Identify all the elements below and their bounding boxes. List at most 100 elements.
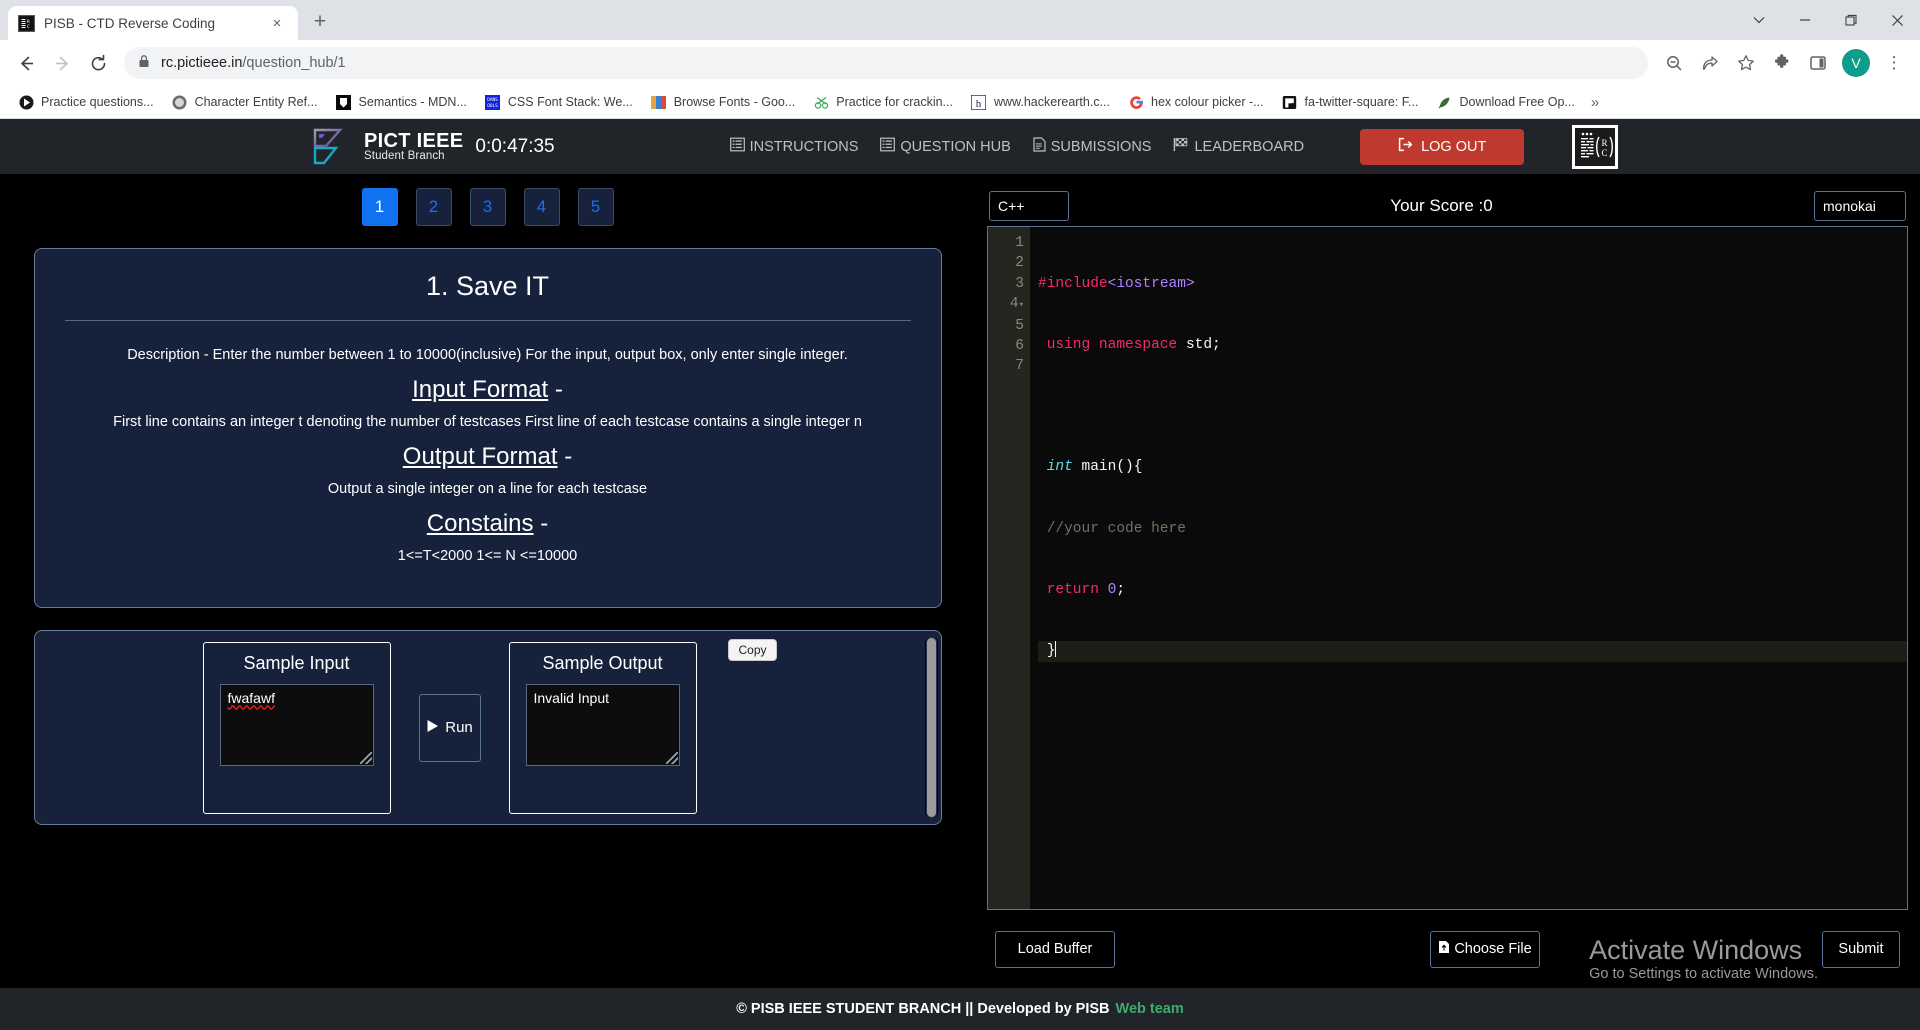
nav-item-question-hub[interactable]: QUESTION HUB [880,137,1011,156]
constraints-text: 1<=T<2000 1<= N <=10000 [397,548,578,565]
reverse-coding-logo-icon[interactable]: R C [1572,124,1619,169]
url-path: /question_hub/1 [242,55,346,71]
side-panel-icon[interactable] [1802,47,1834,79]
question-number-4[interactable]: 4 [523,188,560,226]
question-number-3[interactable]: 3 [469,188,506,226]
nav-label: LEADERBOARD [1194,138,1305,155]
address-bar[interactable]: rc.pictieee.in/question_hub/1 [124,47,1648,79]
browser-window: R C PISB - CTD Reverse Coding × + rc.pic… [0,0,1920,1030]
bookmark-item[interactable]: Practice questions... [10,90,162,114]
load-buffer-button[interactable]: Load Buffer [995,930,1115,968]
code-token: ; [1116,581,1126,598]
resize-grip-icon[interactable] [359,751,372,764]
tab-favicon-icon: R C [18,14,35,32]
editor-gutter: 1 2 3 4▾ 5 6 7 [988,227,1030,909]
back-icon[interactable] [10,47,42,79]
bookmark-label: hex colour picker -... [1151,95,1264,109]
code-editor[interactable]: 1 2 3 4▾ 5 6 7 #include<iostream> using … [987,226,1908,910]
new-tab-button[interactable]: + [304,6,336,38]
code-token: int [1046,459,1073,476]
bookmark-item[interactable]: Browse Fonts - Goo... [643,90,804,114]
svg-text:h: h [976,98,982,110]
output-format-text: Output a single integer on a line for ea… [327,481,648,498]
browser-tab[interactable]: R C PISB - CTD Reverse Coding × [8,6,298,40]
sign-out-icon [1398,137,1413,156]
bookmark-item[interactable]: Character Entity Ref... [164,90,326,114]
output-format-heading: Output Format - [65,443,911,471]
bookmark-item[interactable]: h www.hackerearth.c... [963,90,1118,114]
nav-item-submissions[interactable]: SUBMISSIONS [1033,137,1152,156]
logout-button[interactable]: LOG OUT [1360,128,1525,165]
code-line: return 0; [1038,580,1907,600]
bookmark-label: CSS Font Stack: We... [507,95,633,109]
bookmark-item[interactable]: DANS OOLS CSS Font Stack: We... [477,90,641,114]
forward-icon[interactable] [46,47,78,79]
choose-file-button[interactable]: Choose File [1430,930,1540,968]
extensions-puzzle-icon[interactable] [1766,47,1798,79]
sample-output-textarea[interactable]: Invalid Input [525,683,680,766]
bookmark-star-icon[interactable] [1730,47,1762,79]
bookmark-item[interactable]: Practice for crackin... [805,90,961,114]
maximize-button[interactable] [1828,0,1874,40]
nav-item-leaderboard[interactable]: LEADERBOARD [1173,137,1304,156]
bookmark-label: fa-twitter-square: F... [1304,95,1419,109]
question-number-1[interactable]: 1 [361,188,398,226]
bookmark-item[interactable]: fa-twitter-square: F... [1274,90,1427,114]
search-minus-icon[interactable] [1658,47,1690,79]
share-icon[interactable] [1694,47,1726,79]
list-icon [880,137,896,156]
question-number-2[interactable]: 2 [415,188,452,226]
bookmark-label: www.hackerearth.c... [993,95,1110,109]
bookmark-item[interactable]: Semantics - MDN... [328,90,475,114]
close-window-button[interactable] [1874,0,1920,40]
svg-text:C: C [1602,148,1608,158]
tab-close-icon[interactable]: × [266,12,288,34]
line-number-foldable[interactable]: 4▾ [988,294,1024,315]
tab-search-dropdown-icon[interactable] [1736,0,1782,40]
sample-scrollbar[interactable] [924,637,938,818]
svg-text:DANS: DANS [488,97,499,103]
text-caret [1055,641,1057,658]
question-number-5[interactable]: 5 [577,188,614,226]
profile-avatar[interactable]: V [1842,49,1870,77]
editor-code-area[interactable]: #include<iostream> using namespace std; … [1030,227,1907,909]
choose-file-label: Choose File [1454,941,1532,957]
line-number: 3 [1015,275,1024,292]
theme-select[interactable]: monokai [1814,191,1906,221]
brand-line-1: PICT IEEE [364,129,464,152]
browser-menu-icon[interactable]: ⋮ [1878,47,1910,79]
activate-windows-title: Activate Windows [1589,934,1803,965]
bookmark-favicon-icon [18,94,34,110]
nav-label: INSTRUCTIONS [749,138,859,155]
minimize-button[interactable] [1782,0,1828,40]
nav-item-instructions[interactable]: INSTRUCTIONS [729,137,859,156]
upload-icon [1438,940,1450,958]
sample-output-value: Invalid Input [533,689,610,706]
bookmarks-overflow-button[interactable]: » [1585,94,1605,111]
bookmark-item[interactable]: Download Free Op... [1428,90,1582,114]
run-button[interactable]: Run [418,693,481,762]
brand[interactable]: PICT IEEE Student Branch [310,128,463,166]
submit-button[interactable]: Submit [1822,930,1900,968]
footer-webteam-link[interactable]: Web team [1116,1001,1184,1017]
bookmark-item[interactable]: hex colour picker -... [1120,90,1272,114]
sample-card: Copy Sample Input fwafawf Run Sample Out… [33,630,942,825]
line-number: 7 [1015,358,1024,375]
lock-icon [138,54,150,73]
input-format-heading-text: Input Format [412,375,549,403]
app-root: PICT IEEE Student Branch 0:0:47:35 INSTR… [0,119,1920,1030]
line-number: 1 [1015,235,1024,251]
sample-input-textarea[interactable]: fwafawf [219,683,374,766]
language-select[interactable]: C++ [989,191,1069,221]
flag-icon [1173,137,1189,156]
output-format-heading-text: Output Format [402,443,558,471]
activate-windows-subtitle: Go to Settings to activate Windows. [1589,966,1818,982]
question-description: Description - Enter the number between 1… [127,347,848,363]
sample-scrollbar-thumb[interactable] [925,637,937,818]
constraints-dash: - [533,510,549,538]
reload-icon[interactable] [82,47,114,79]
nav-label: SUBMISSIONS [1050,138,1152,155]
resize-grip-icon[interactable] [665,751,678,764]
